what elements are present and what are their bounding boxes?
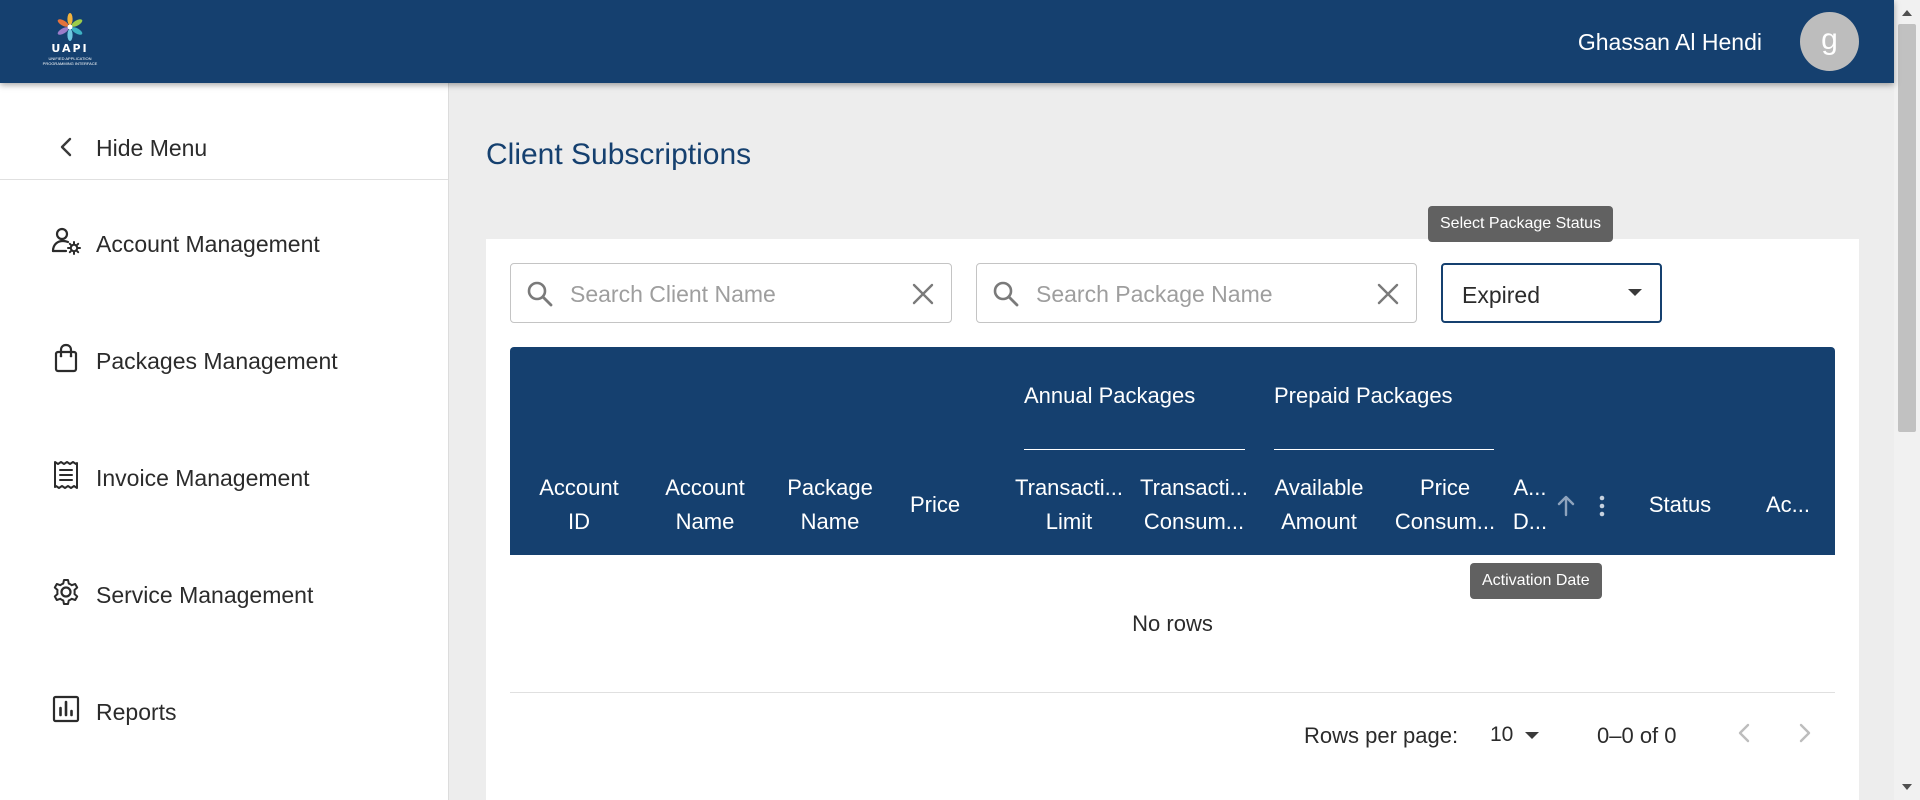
hide-menu-button[interactable]: Hide Menu (0, 83, 448, 180)
gear-icon (53, 579, 79, 605)
client-search-field[interactable]: Search Client Name (510, 263, 952, 323)
dropdown-arrow-icon (1525, 731, 1540, 739)
sort-arrow-up-icon[interactable] (1555, 493, 1577, 519)
table-footer-divider (510, 692, 1835, 693)
column-header-transaction-consumed[interactable]: Transacti... Consum... (1129, 471, 1259, 539)
user-gear-icon (51, 227, 81, 255)
column-header-transaction-limit[interactable]: Transacti... Limit (1004, 471, 1134, 539)
sidebar-item-packages-management[interactable]: Packages Management (0, 320, 448, 400)
group-underline-annual (1024, 449, 1245, 450)
sidebar-item-label: Packages Management (96, 348, 338, 374)
column-header-actions[interactable]: Ac... (1758, 488, 1818, 522)
package-search-placeholder: Search Package Name (1036, 281, 1273, 307)
chevron-left-icon (60, 137, 72, 157)
column-header-account-id[interactable]: Account ID (514, 471, 644, 539)
sidebar-item-reports[interactable]: Reports (0, 671, 448, 751)
sidebar-item-label: Account Management (96, 231, 320, 257)
rows-per-page-label: Rows per page: (1304, 723, 1459, 748)
scroll-up-icon[interactable] (1902, 10, 1912, 16)
page-title: Client Subscriptions (486, 138, 752, 171)
sidebar-item-label: Reports (96, 699, 177, 725)
user-name: Ghassan Al Hendi (1577, 29, 1762, 55)
package-status-value: Expired (1462, 282, 1540, 308)
column-header-tooltip: Activation Date (1470, 563, 1602, 599)
uapi-logo[interactable]: UAPI UNIFIED APPLICATION PROGRAMMING INT… (34, 11, 106, 71)
sidebar-item-account-management[interactable]: Account Management (0, 203, 448, 283)
client-search-placeholder: Search Client Name (570, 281, 776, 307)
shopping-bag-icon (54, 343, 78, 373)
sidebar-item-label: Invoice Management (96, 465, 310, 491)
column-header-price[interactable]: Price (870, 488, 1000, 522)
column-menu-icon[interactable] (1597, 493, 1607, 519)
rows-per-page-value: 10 (1490, 723, 1514, 746)
search-icon (527, 281, 553, 307)
scroll-down-icon[interactable] (1902, 784, 1912, 790)
previous-page-button[interactable] (1733, 719, 1757, 747)
sidebar-item-label: Service Management (96, 582, 314, 608)
column-header-status[interactable]: Status (1625, 488, 1735, 522)
clear-icon[interactable] (909, 280, 937, 308)
sidebar-item-service-management[interactable]: Service Management (0, 554, 448, 634)
column-header-activation-date[interactable]: A... D... (1510, 471, 1550, 539)
hide-menu-label: Hide Menu (96, 135, 208, 161)
receipt-icon (54, 461, 78, 489)
column-header-available-amount[interactable]: Available Amount (1254, 471, 1384, 539)
column-header-account-name[interactable]: Account Name (640, 471, 770, 539)
package-status-select[interactable]: Expired (1441, 263, 1662, 323)
rows-per-page-select[interactable]: 10 (1490, 723, 1540, 747)
clear-icon[interactable] (1374, 280, 1402, 308)
logo-text: UAPI (51, 42, 89, 55)
dropdown-arrow-icon (1628, 289, 1642, 296)
user-avatar[interactable]: g (1800, 12, 1859, 71)
column-header-price-consumed[interactable]: Price Consum... (1380, 471, 1510, 539)
empty-state-text: No rows (1132, 611, 1213, 636)
bar-chart-icon (52, 695, 80, 723)
table-header: Annual Packages Prepaid Packages Account… (510, 347, 1835, 555)
next-page-button[interactable] (1792, 719, 1816, 747)
page-scrollbar[interactable] (1894, 0, 1920, 800)
scrollbar-thumb[interactable] (1898, 24, 1916, 432)
search-icon (993, 281, 1019, 307)
sidebar-item-invoice-management[interactable]: Invoice Management (0, 437, 448, 517)
group-header-annual: Annual Packages (1024, 383, 1196, 408)
logo-subtitle: UNIFIED APPLICATION PROGRAMMING INTERFAC… (42, 56, 98, 66)
subscriptions-card: Search Client Name Search Package Name E… (486, 239, 1859, 800)
top-app-bar: UAPI UNIFIED APPLICATION PROGRAMMING INT… (0, 0, 1894, 83)
group-header-prepaid: Prepaid Packages (1274, 383, 1453, 408)
pagination-range: 0–0 of 0 (1597, 723, 1677, 748)
status-select-tooltip: Select Package Status (1428, 206, 1613, 242)
sidebar: Hide Menu Account Management Packages Ma… (0, 83, 449, 800)
group-underline-prepaid (1274, 449, 1494, 450)
logo-mark-icon (57, 13, 83, 41)
package-search-field[interactable]: Search Package Name (976, 263, 1417, 323)
